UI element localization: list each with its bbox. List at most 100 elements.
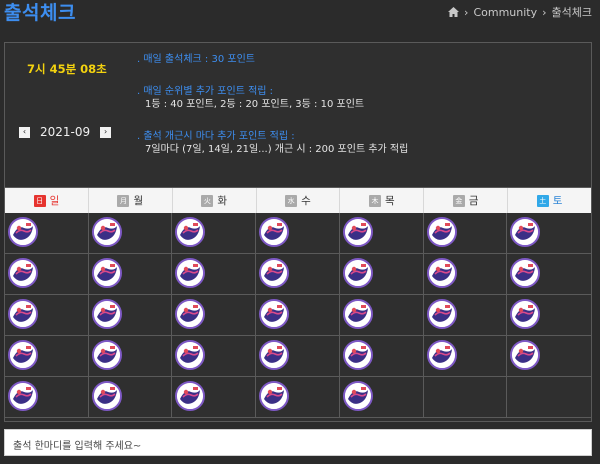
attendance-stamp-icon	[259, 340, 290, 370]
calendar-day[interactable]	[172, 336, 257, 377]
calendar-day[interactable]	[172, 377, 257, 418]
attendance-stamp-icon	[510, 258, 541, 288]
point-rules: . 매일 출석체크 : 30 포인트 . 매일 순위별 추가 포인트 적립 : …	[137, 53, 408, 156]
calendar-day[interactable]	[507, 213, 591, 254]
calendar-day[interactable]	[256, 377, 340, 418]
weekday-badge: 土	[536, 194, 549, 207]
attendance-stamp-icon	[426, 258, 457, 288]
attendance-stamp-icon	[342, 299, 373, 329]
rule-line: 1등 : 40 포인트, 2등 : 20 포인트, 3등 : 10 포인트	[145, 99, 365, 110]
calendar-day[interactable]	[88, 336, 173, 377]
attendance-stamp-icon	[8, 217, 38, 247]
attendance-stamp-icon	[91, 299, 122, 329]
calendar-day[interactable]	[256, 336, 340, 377]
attendance-stamp-icon	[91, 381, 122, 411]
calendar-day[interactable]	[423, 213, 508, 254]
calendar-day[interactable]	[88, 295, 173, 336]
attendance-stamp-icon	[342, 217, 373, 247]
attendance-stamp-icon	[175, 381, 206, 411]
calendar-day[interactable]	[172, 295, 257, 336]
comment-input[interactable]: 출석 한마디를 입력해 주세요~	[4, 429, 592, 456]
calendar-day[interactable]	[507, 336, 591, 377]
attendance-stamp-icon	[426, 340, 457, 370]
calendar-day[interactable]	[339, 336, 424, 377]
calendar-day[interactable]	[88, 213, 173, 254]
calendar-grid	[5, 213, 591, 418]
calendar-day[interactable]	[172, 213, 257, 254]
weekday-badge: 火	[201, 194, 214, 207]
weekday-header: 日일月월火화水수木목金금土토	[5, 187, 591, 213]
attendance-stamp-icon	[426, 217, 457, 247]
calendar-day[interactable]	[423, 336, 508, 377]
month-navigator: ‹ 2021-09 ›	[19, 125, 112, 139]
calendar-day[interactable]	[507, 295, 591, 336]
attendance-panel: 7시 45분 08초 ‹ 2021-09 › . 매일 출석체크 : 30 포인…	[4, 42, 592, 422]
attendance-stamp-icon	[8, 340, 38, 370]
weekday-badge: 木	[369, 194, 382, 207]
calendar-day[interactable]	[5, 377, 89, 418]
calendar-day[interactable]	[507, 377, 591, 418]
weekday-0: 日일	[5, 188, 89, 213]
calendar-day[interactable]	[507, 254, 591, 295]
calendar-day[interactable]	[5, 295, 89, 336]
attendance-stamp-icon	[8, 381, 38, 411]
attendance-calendar: 日일月월火화水수木목金금土토	[5, 187, 591, 418]
rule-line: 7일마다 (7일, 14일, 21일...) 개근 시 : 200 포인트 추가…	[145, 144, 409, 155]
weekday-badge: 月	[117, 194, 130, 207]
rule-heading: . 매일 순위별 추가 포인트 적립 :	[137, 86, 274, 97]
countdown-timer: 7시 45분 08초	[27, 62, 107, 76]
calendar-day[interactable]	[88, 254, 173, 295]
attendance-stamp-icon	[510, 299, 541, 329]
weekday-3: 水수	[257, 188, 341, 213]
attendance-stamp-icon	[426, 299, 457, 329]
attendance-stamp-icon	[91, 258, 122, 288]
weekday-label: 일	[49, 195, 60, 207]
weekday-5: 金금	[424, 188, 509, 213]
calendar-day[interactable]	[256, 213, 340, 254]
chevron-right-icon: ›	[464, 5, 469, 19]
info-section: 7시 45분 08초 ‹ 2021-09 › . 매일 출석체크 : 30 포인…	[5, 43, 591, 187]
weekday-label: 토	[552, 195, 563, 207]
attendance-stamp-icon	[91, 340, 122, 370]
calendar-day[interactable]	[88, 377, 173, 418]
calendar-day[interactable]	[172, 254, 257, 295]
rule-heading: . 매일 출석체크 : 30 포인트	[137, 54, 255, 65]
weekday-badge: 日	[33, 194, 46, 207]
calendar-day[interactable]	[423, 254, 508, 295]
breadcrumb-section[interactable]: Community	[473, 6, 537, 19]
breadcrumb-current: 출석체크	[551, 6, 592, 19]
attendance-stamp-icon	[259, 217, 290, 247]
next-month-button[interactable]: ›	[100, 126, 112, 138]
calendar-day[interactable]	[339, 254, 424, 295]
calendar-day[interactable]	[423, 295, 508, 336]
calendar-day[interactable]	[256, 254, 340, 295]
attendance-stamp-icon	[510, 340, 541, 370]
page-title: 출석체크	[4, 2, 76, 24]
attendance-stamp-icon	[342, 381, 373, 411]
calendar-day[interactable]	[5, 213, 89, 254]
attendance-stamp-icon	[510, 217, 541, 247]
attendance-stamp-icon	[259, 381, 290, 411]
calendar-day[interactable]	[339, 295, 424, 336]
attendance-stamp-icon	[175, 340, 206, 370]
home-icon[interactable]	[448, 7, 460, 17]
attendance-stamp-icon	[175, 217, 206, 247]
weekday-badge: 水	[285, 194, 298, 207]
calendar-day[interactable]	[339, 377, 424, 418]
weekday-badge: 金	[452, 194, 465, 207]
calendar-day[interactable]	[5, 336, 89, 377]
prev-month-button[interactable]: ‹	[19, 126, 30, 138]
attendance-stamp-icon	[91, 217, 122, 247]
attendance-stamp-icon	[259, 299, 290, 329]
calendar-day[interactable]	[5, 254, 89, 295]
weekday-2: 火화	[173, 188, 257, 213]
weekday-label: 화	[217, 195, 227, 207]
attendance-stamp-icon	[8, 258, 38, 288]
calendar-day[interactable]	[256, 295, 340, 336]
attendance-stamp-icon	[175, 299, 206, 329]
weekday-label: 수	[301, 195, 311, 207]
calendar-day[interactable]	[423, 377, 508, 418]
calendar-day[interactable]	[339, 213, 424, 254]
weekday-1: 月월	[89, 188, 173, 213]
weekday-4: 木목	[340, 188, 425, 213]
